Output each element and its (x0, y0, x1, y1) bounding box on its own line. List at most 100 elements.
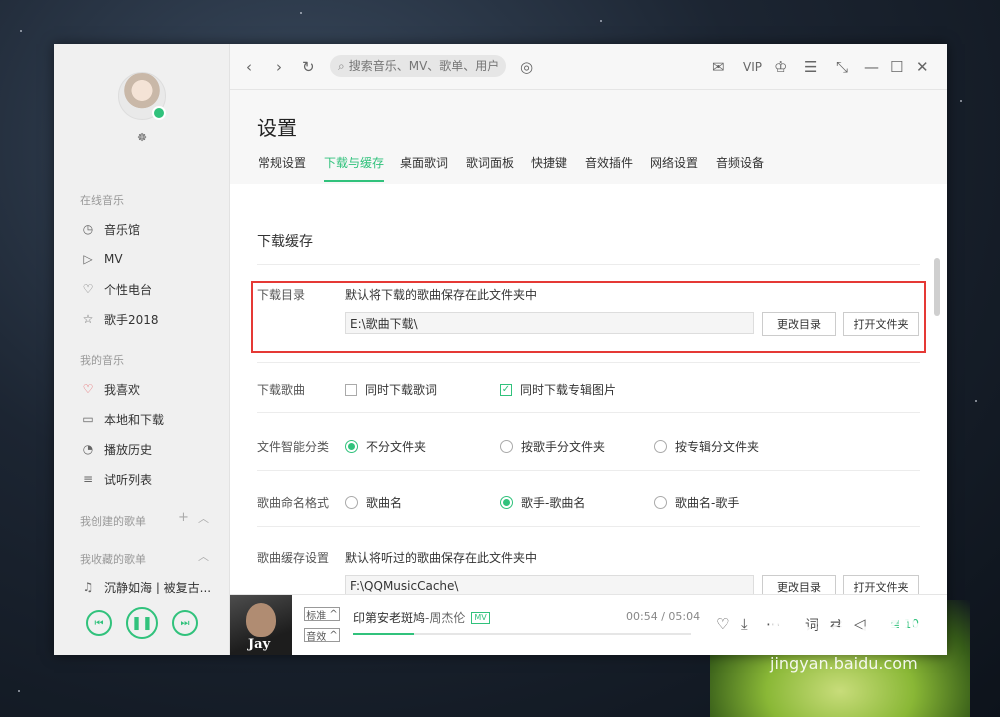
vip-button[interactable]: VIP (743, 57, 762, 77)
open-cache-folder-button[interactable]: 打开文件夹 (843, 575, 919, 594)
divider (257, 470, 920, 471)
download-dir-path[interactable] (345, 312, 754, 334)
sidebar-item-local[interactable]: ▭ 本地和下载 (80, 409, 164, 429)
sidebar-item-label: 个性电台 (104, 282, 153, 297)
sidebar-item-music-hall[interactable]: ◷ 音乐馆 (80, 219, 140, 239)
vip-level-icon[interactable]: ☸ (134, 132, 150, 144)
back-icon[interactable]: ‹ (246, 57, 252, 77)
mv-badge[interactable]: MV (471, 611, 490, 624)
scrollbar[interactable] (934, 258, 940, 316)
radio-icon (500, 440, 513, 453)
sidebar-item-label: 试听列表 (104, 472, 153, 487)
naming-radio-artist-title[interactable]: 歌手-歌曲名 (500, 494, 585, 511)
cache-desc: 默认将听过的歌曲保存在此文件夹中 (345, 551, 538, 565)
music-hall-icon: ◷ (82, 222, 94, 236)
divider (257, 362, 920, 363)
effect-button[interactable]: 音效 ^ (304, 628, 340, 643)
divider (257, 264, 920, 265)
tab-hotkeys[interactable]: 快捷键 (531, 154, 567, 182)
qq-music-window: ☸ 在线音乐 ◷ 音乐馆 ▷ MV ♡ 个性电台 ☆ 歌手2018 我的音乐 ♡… (54, 44, 947, 655)
like-icon[interactable]: ♡ (716, 615, 729, 633)
radio-icon (654, 440, 667, 453)
watermark-brand: Baidu经验 (770, 616, 934, 651)
checkbox-icon (345, 383, 357, 396)
radio-label: 按歌手分文件夹 (521, 440, 606, 454)
tab-general[interactable]: 常规设置 (258, 154, 306, 182)
radio-label: 按专辑分文件夹 (675, 440, 760, 454)
tab-download-cache[interactable]: 下载与缓存 (324, 154, 385, 182)
sidebar-item-history[interactable]: ◔ 播放历史 (80, 439, 152, 459)
download-cover-checkbox[interactable]: ✓ 同时下载专辑图片 (500, 381, 616, 398)
mail-icon[interactable]: ✉ (712, 57, 725, 77)
minimize-icon[interactable]: — (864, 57, 879, 77)
sidebar: ☸ 在线音乐 ◷ 音乐馆 ▷ MV ♡ 个性电台 ☆ 歌手2018 我的音乐 ♡… (54, 44, 230, 595)
music-recognition-icon[interactable]: ◎ (520, 57, 533, 77)
change-cache-dir-button[interactable]: 更改目录 (762, 575, 836, 594)
tab-lyrics-panel[interactable]: 歌词面板 (466, 154, 514, 182)
effect-label: 音效 (306, 631, 327, 643)
cover-text: Jay (248, 637, 271, 652)
pause-button[interactable]: ❚❚ (126, 607, 158, 639)
radio-label: 歌手-歌曲名 (521, 496, 586, 510)
section-collected-playlists: 我收藏的歌单 (80, 553, 146, 566)
search-input[interactable] (348, 59, 499, 73)
now-playing: 印第安老斑鸠 - 周杰伦 MV (353, 609, 490, 626)
mini-mode-icon[interactable]: ⤡ (836, 57, 848, 77)
naming-radio-title[interactable]: 歌曲名 (345, 494, 402, 511)
classify-radio-artist[interactable]: 按歌手分文件夹 (500, 438, 605, 455)
sidebar-item-singer[interactable]: ☆ 歌手2018 (80, 309, 159, 329)
section-created-playlists: 我创建的歌单 (80, 515, 146, 528)
search-box[interactable]: ⌕ (330, 55, 506, 77)
maximize-icon[interactable]: ☐ (890, 57, 903, 77)
cache-label: 歌曲缓存设置 (257, 551, 330, 565)
classify-radio-album[interactable]: 按专辑分文件夹 (654, 438, 759, 455)
next-button[interactable]: ⏭ (172, 610, 198, 636)
star (600, 20, 602, 22)
radio-icon (654, 496, 667, 509)
menu-icon[interactable]: ☰ (804, 57, 817, 77)
classify-radio-none[interactable]: 不分文件夹 (345, 438, 426, 455)
forward-icon[interactable]: › (276, 57, 282, 77)
sidebar-item-trial-list[interactable]: ≡ 试听列表 (80, 469, 152, 489)
sidebar-item-radio[interactable]: ♡ 个性电台 (80, 279, 152, 299)
group-title: 下载缓存 (257, 234, 313, 250)
naming-radio-title-artist[interactable]: 歌曲名-歌手 (654, 494, 739, 511)
progress-fill (353, 633, 414, 635)
album-cover[interactable]: Jay (230, 595, 292, 655)
naming-label: 歌曲命名格式 (257, 496, 330, 510)
sidebar-item-label: 我喜欢 (104, 382, 141, 397)
playlist-music-icon: ♫ (82, 580, 94, 594)
chevron-up-icon[interactable]: ︿ (198, 548, 209, 564)
progress-bar[interactable] (353, 633, 691, 635)
user-badge-icon (152, 106, 166, 120)
page-title: 设置 (257, 116, 297, 140)
tab-desktop-lyrics[interactable]: 桌面歌词 (400, 154, 448, 182)
sidebar-item-label: 播放历史 (104, 442, 153, 457)
radio-icon (345, 496, 358, 509)
quality-label: 标准 (306, 610, 327, 622)
quality-button[interactable]: 标准 ^ (304, 607, 340, 622)
radio-label: 歌曲名 (366, 496, 403, 510)
download-song-label: 下载歌曲 (257, 383, 306, 397)
song-title[interactable]: 印第安老斑鸠 (353, 609, 425, 626)
sidebar-item-label: 歌手2018 (104, 312, 159, 327)
sidebar-item-favorites[interactable]: ♡ 我喜欢 (80, 379, 140, 399)
tab-audio-plugins[interactable]: 音效插件 (585, 154, 633, 182)
cache-dir-path[interactable] (345, 575, 754, 594)
skin-icon[interactable]: ♔ (774, 57, 787, 77)
download-icon[interactable]: ⤓ (741, 615, 748, 633)
refresh-icon[interactable]: ↻ (302, 57, 315, 77)
tab-network[interactable]: 网络设置 (650, 154, 698, 182)
download-lyrics-checkbox[interactable]: 同时下载歌词 (345, 381, 437, 398)
close-icon[interactable]: ✕ (916, 57, 929, 77)
add-playlist-icon[interactable]: + (178, 510, 189, 525)
previous-button[interactable]: ⏮ (86, 610, 112, 636)
star (20, 30, 22, 32)
search-icon: ⌕ (338, 58, 345, 73)
change-download-dir-button[interactable]: 更改目录 (762, 312, 836, 336)
tab-audio-device[interactable]: 音频设备 (716, 154, 764, 182)
open-download-folder-button[interactable]: 打开文件夹 (843, 312, 919, 336)
song-artist[interactable]: 周杰伦 (429, 609, 465, 626)
chevron-up-icon[interactable]: ︿ (198, 510, 209, 526)
sidebar-item-mv[interactable]: ▷ MV (80, 249, 122, 269)
